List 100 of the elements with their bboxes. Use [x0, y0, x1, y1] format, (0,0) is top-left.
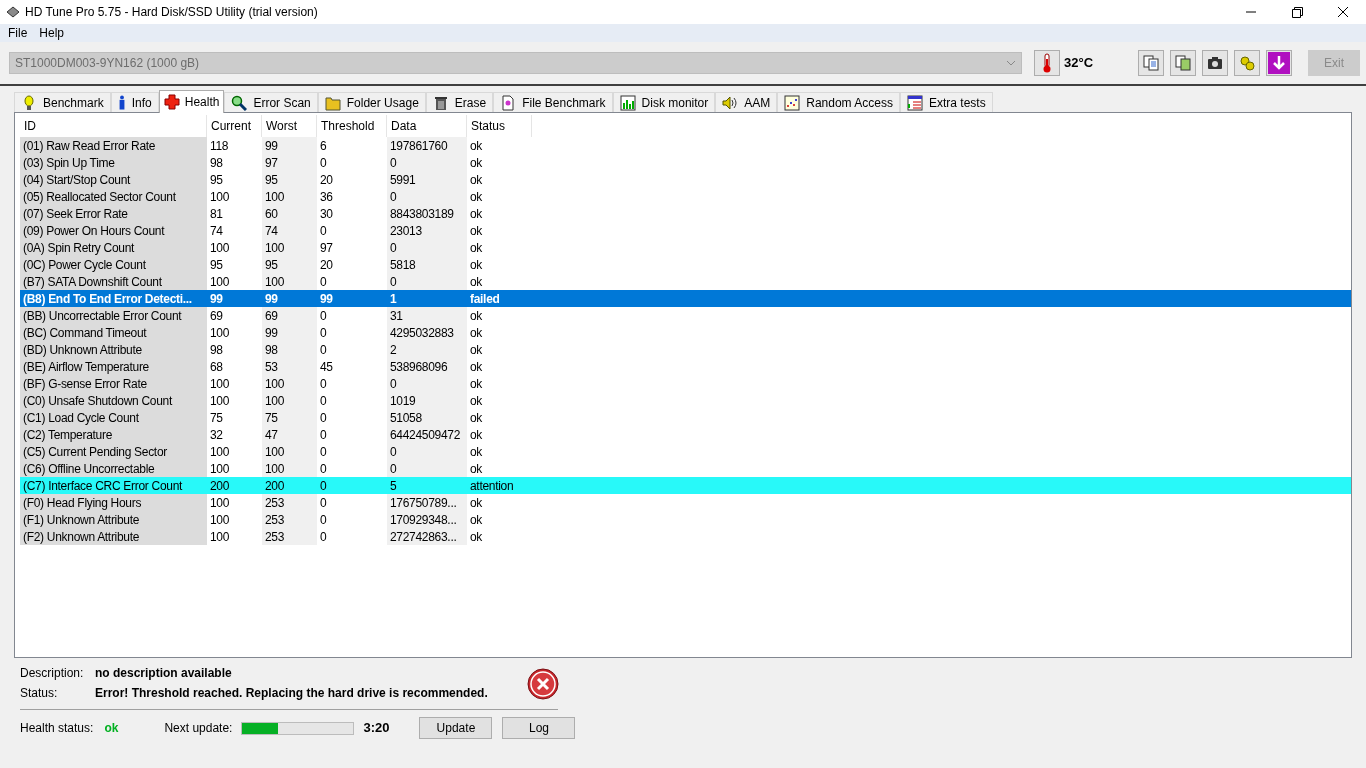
raw-data: 5818: [387, 256, 467, 273]
thermometer-button[interactable]: [1034, 50, 1060, 76]
options-button[interactable]: [1234, 50, 1261, 76]
table-row[interactable]: (C0) Unsafe Shutdown Count 100 100 0 1019 ok: [20, 392, 1351, 409]
download-button[interactable]: [1266, 50, 1293, 76]
tab[interactable]: Error Scan: [224, 92, 318, 112]
table-row[interactable]: (BE) Airflow Temperature 68 53 45 538968096 ok: [20, 358, 1351, 375]
info-icon: [117, 95, 126, 110]
table-row[interactable]: (05) Reallocated Sector Count 100 100 36 0 ok: [20, 188, 1351, 205]
worst-value: 75: [262, 409, 317, 426]
raw-data: 0: [387, 188, 467, 205]
table-row[interactable]: (C2) Temperature 32 47 0 64424509472 ok: [20, 426, 1351, 443]
scatter-plot-icon: [784, 94, 801, 111]
tab[interactable]: Health: [158, 90, 225, 113]
worst-value: 100: [262, 188, 317, 205]
table-row[interactable]: (BF) G-sense Error Rate 100 100 0 0 ok: [20, 375, 1351, 392]
worst-value: 200: [264, 477, 286, 494]
worst-value: 100: [262, 375, 317, 392]
attribute-name: (B7) SATA Downshift Count: [20, 273, 207, 290]
table-row[interactable]: (F2) Unknown Attribute 100 253 0 272742863... ok: [20, 528, 1351, 545]
table-row[interactable]: (04) Start/Stop Count 95 95 20 5991 ok: [20, 171, 1351, 188]
description-label: Description:: [20, 665, 85, 682]
menu-item[interactable]: File: [7, 24, 29, 42]
table-row[interactable]: (03) Spin Up Time 98 97 0 0 ok: [20, 154, 1351, 171]
status-text: Error! Threshold reached. Replacing the hard drive is recommended.: [95, 685, 488, 702]
thermometer-icon: [1042, 53, 1052, 73]
worst-value: 99: [262, 324, 317, 341]
copy-image-button[interactable]: [1170, 50, 1197, 76]
raw-data: 0: [387, 239, 467, 256]
table-row[interactable]: (C6) Offline Uncorrectable 100 100 0 0 ok: [20, 460, 1351, 477]
log-button[interactable]: Log: [502, 717, 576, 739]
raw-data: 0: [387, 460, 467, 477]
attribute-name: (BE) Airflow Temperature: [20, 358, 207, 375]
table-row[interactable]: (BD) Unknown Attribute 98 98 0 2 ok: [20, 341, 1351, 358]
table-row[interactable]: (09) Power On Hours Count 74 74 0 23013 ok: [20, 222, 1351, 239]
menu-item[interactable]: Help: [38, 24, 66, 42]
attribute-name: (B8) End To End Error Detecti...: [22, 290, 193, 307]
table-row[interactable]: (F0) Head Flying Hours 100 253 0 176750789... ok: [20, 494, 1351, 511]
table-row[interactable]: (C1) Load Cycle Count 75 75 0 51058 ok: [20, 409, 1351, 426]
window-title: HD Tune Pro 5.75 - Hard Disk/SSD Utility (trial version): [25, 4, 318, 21]
attribute-name: (0A) Spin Retry Count: [20, 239, 207, 256]
raw-data: 1: [389, 290, 398, 307]
gears-icon: [1239, 55, 1256, 71]
status-value: failed: [469, 290, 501, 307]
threshold-value: 99: [319, 290, 334, 307]
table-row[interactable]: (BB) Uncorrectable Error Count 69 69 0 31 ok: [20, 307, 1351, 324]
worst-value: 100: [262, 239, 317, 256]
raw-data: 2: [387, 341, 467, 358]
raw-data: 0: [387, 375, 467, 392]
tab[interactable]: Extra tests: [899, 92, 993, 112]
table-row[interactable]: (0A) Spin Retry Count 100 100 97 0 ok: [20, 239, 1351, 256]
tab[interactable]: File Benchmark: [493, 92, 613, 112]
status-value: attention: [469, 477, 515, 494]
table-row[interactable]: (01) Raw Read Error Rate 118 99 6 197861760 ok: [20, 137, 1351, 154]
worst-value: 100: [262, 460, 317, 477]
health-status-label: Health status:: [20, 720, 94, 737]
attribute-name: (07) Seek Error Rate: [20, 205, 207, 222]
worst-value: 99: [262, 137, 317, 154]
current-value: 200: [209, 477, 231, 494]
raw-data: 8843803189: [387, 205, 467, 222]
attribute-name: (F1) Unknown Attribute: [20, 511, 207, 528]
health-status-value: ok: [104, 720, 119, 737]
raw-data: 272742863...: [387, 528, 467, 545]
table-row[interactable]: (C5) Current Pending Sector 100 100 0 0 ok: [20, 443, 1351, 460]
raw-data: 1019: [387, 392, 467, 409]
raw-data: 538968096: [387, 358, 467, 375]
raw-data: 51058: [387, 409, 467, 426]
attribute-name: (BD) Unknown Attribute: [20, 341, 207, 358]
attribute-name: (F0) Head Flying Hours: [20, 494, 207, 511]
selected-row[interactable]: (B8) End To End Error Detecti... 99 99 99 1 failed: [20, 290, 1351, 307]
raw-data: 64424509472: [387, 426, 467, 443]
documents-icon: [1143, 55, 1160, 71]
tab[interactable]: Random Access: [777, 92, 900, 112]
attribute-name: (04) Start/Stop Count: [20, 171, 207, 188]
raw-data: 176750789...: [387, 494, 467, 511]
raw-data: 0: [387, 154, 467, 171]
threshold-value: 0: [319, 477, 328, 494]
screenshot-button[interactable]: [1202, 50, 1229, 76]
table-row[interactable]: (07) Seek Error Rate 81 60 30 8843803189 ok: [20, 205, 1351, 222]
raw-data: 170929348...: [387, 511, 467, 528]
table-row[interactable]: (B7) SATA Downshift Count 100 100 0 0 ok: [20, 273, 1351, 290]
tab[interactable]: Info: [110, 92, 159, 112]
worst-value: 74: [262, 222, 317, 239]
worst-value: 253: [262, 528, 317, 545]
tab[interactable]: Erase: [425, 92, 494, 112]
tab[interactable]: AAM: [715, 92, 778, 112]
tab[interactable]: Benchmark: [14, 92, 111, 112]
table-row[interactable]: (BC) Command Timeout 100 99 0 4295032883 ok: [20, 324, 1351, 341]
table-row[interactable]: (F1) Unknown Attribute 100 253 0 170929348... ok: [20, 511, 1351, 528]
cross-icon: [163, 94, 180, 110]
copy-button[interactable]: [1138, 50, 1165, 76]
worst-value: 95: [262, 256, 317, 273]
table-row[interactable]: (0C) Power Cycle Count 95 95 20 5818 ok: [20, 256, 1351, 273]
tab[interactable]: Disk monitor: [612, 92, 716, 112]
worst-value: 100: [262, 273, 317, 290]
tab[interactable]: Folder Usage: [317, 92, 426, 112]
worst-value: 98: [262, 341, 317, 358]
update-button[interactable]: Update: [419, 717, 493, 739]
highlighted-row[interactable]: (C7) Interface CRC Error Count 200 200 0 5 attention: [20, 477, 1351, 494]
raw-data: 5991: [387, 171, 467, 188]
